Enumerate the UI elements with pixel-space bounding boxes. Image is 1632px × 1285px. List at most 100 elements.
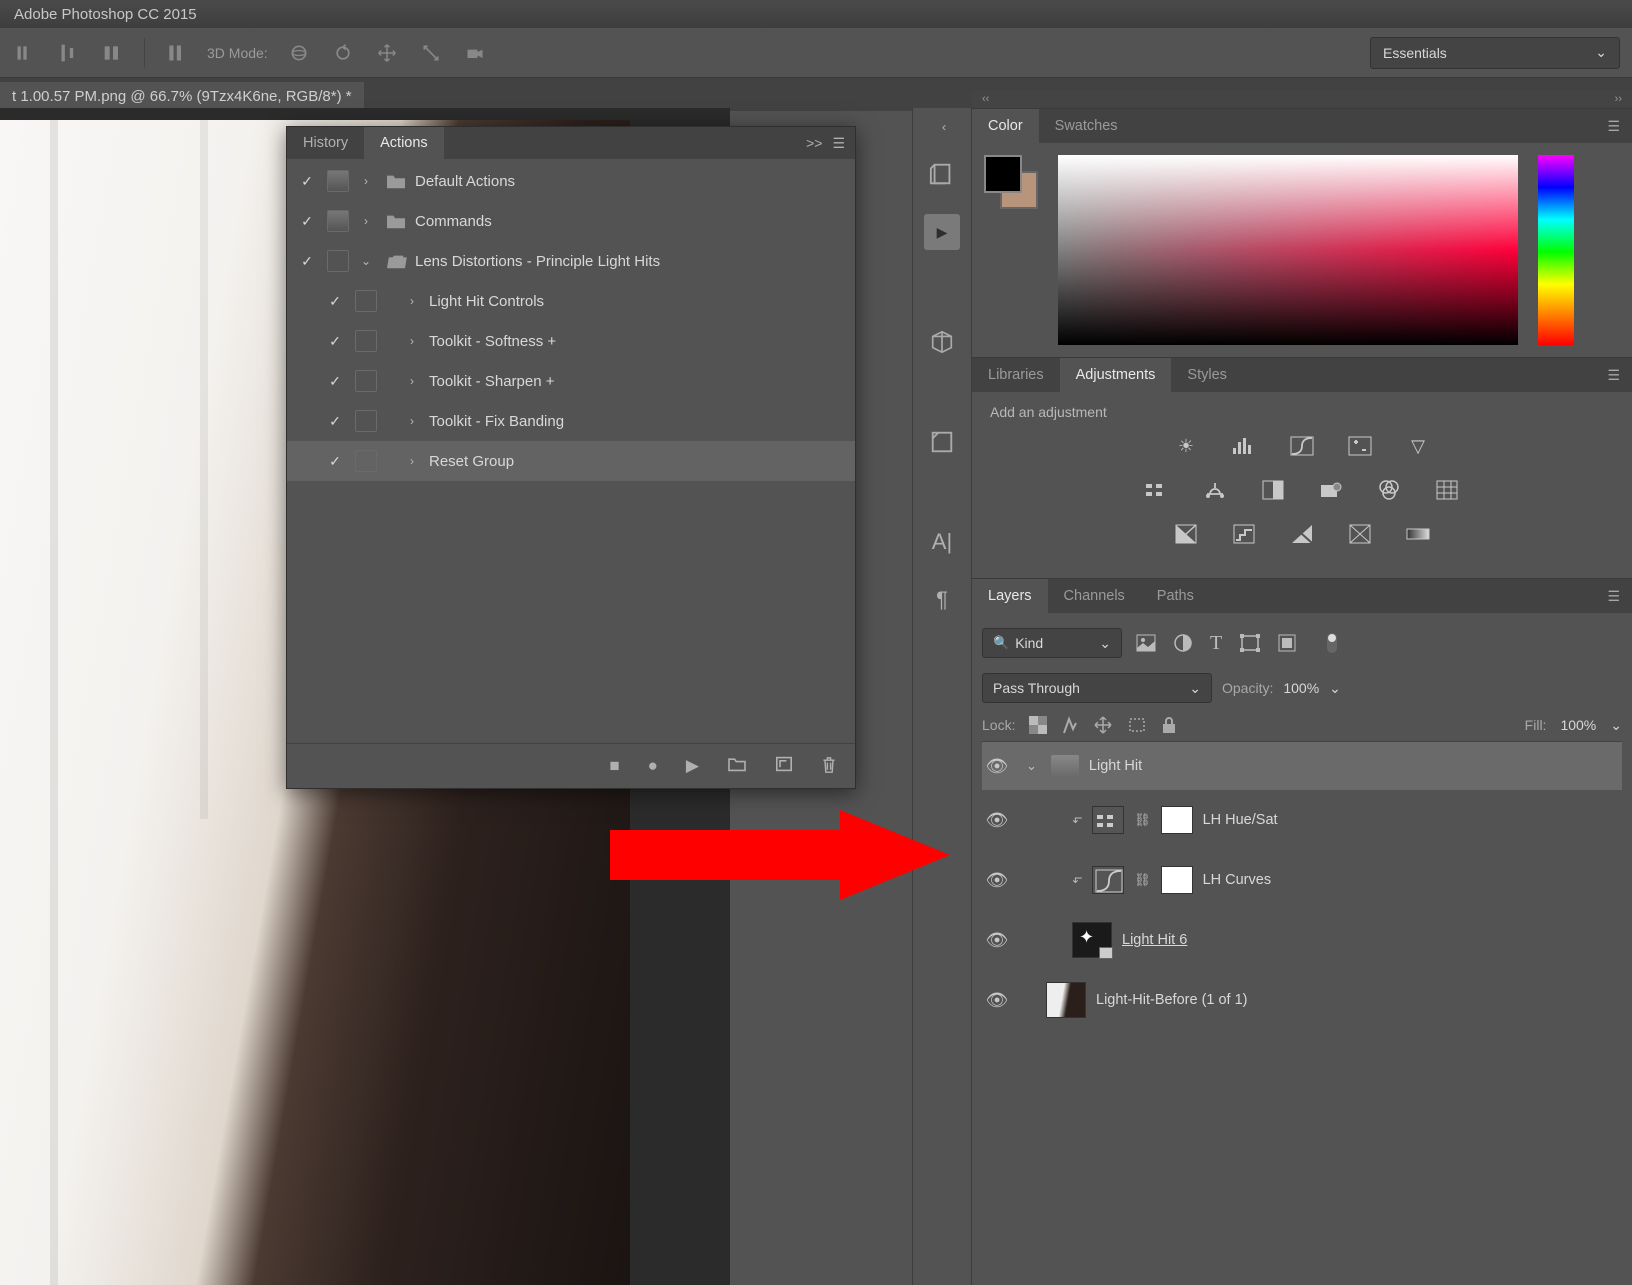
check-icon[interactable]: ✓ xyxy=(321,293,349,310)
lock-image-icon[interactable] xyxy=(1061,715,1079,735)
mask-link-icon[interactable]: ⛓ xyxy=(1134,812,1151,828)
visibility-icon[interactable]: 👁 xyxy=(982,756,1012,777)
tab-libraries[interactable]: Libraries xyxy=(972,358,1060,392)
collapse-right-icon[interactable]: ›› xyxy=(1615,93,1622,105)
tab-adjustments[interactable]: Adjustments xyxy=(1060,358,1172,392)
exposure-icon[interactable] xyxy=(1346,434,1374,458)
filter-toggle[interactable] xyxy=(1324,631,1340,655)
collapse-left-icon[interactable]: ‹‹ xyxy=(982,93,989,105)
visibility-icon[interactable]: 👁 xyxy=(982,930,1012,951)
tab-paths[interactable]: Paths xyxy=(1141,579,1210,613)
layer-filter-kind[interactable]: 🔍 Kind ⌄ xyxy=(982,628,1122,658)
dialog-toggle[interactable] xyxy=(327,250,349,272)
actions-dock-icon[interactable]: ▶ xyxy=(924,214,960,250)
action-item[interactable]: ✓ › Commands xyxy=(287,201,855,241)
disclosure-arrow[interactable]: › xyxy=(401,294,423,308)
disclosure-arrow[interactable]: › xyxy=(355,214,377,228)
selective-color-icon[interactable] xyxy=(1346,522,1374,546)
action-item[interactable]: ✓ › Toolkit - Sharpen + xyxy=(287,361,855,401)
visibility-icon[interactable]: 👁 xyxy=(982,810,1012,831)
disclosure-arrow[interactable]: › xyxy=(355,174,377,188)
color-balance-icon[interactable] xyxy=(1201,478,1229,502)
panel-menu-icon[interactable]: ☰ xyxy=(1595,358,1632,392)
layer-group-row[interactable]: 👁 ⌄ Light Hit xyxy=(982,742,1622,790)
layer-row[interactable]: 👁 Light-Hit-Before (1 of 1) xyxy=(982,970,1622,1030)
color-lookup-icon[interactable] xyxy=(1433,478,1461,502)
layer-name[interactable]: Light Hit 6 xyxy=(1122,932,1187,948)
adjustment-thumb[interactable] xyxy=(1092,866,1124,894)
dialog-toggle[interactable] xyxy=(327,170,349,192)
mask-thumb[interactable] xyxy=(1161,866,1193,894)
dialog-toggle[interactable] xyxy=(355,330,377,352)
brightness-icon[interactable]: ☀ xyxy=(1172,434,1200,458)
layer-row[interactable]: 👁 ↳ ⛓ LH Curves xyxy=(982,850,1622,910)
fill-value[interactable]: 100% xyxy=(1560,717,1596,733)
panel-menu-icon[interactable]: ☰ xyxy=(832,135,845,152)
action-item[interactable]: ✓ › Default Actions xyxy=(287,161,855,201)
invert-icon[interactable] xyxy=(1172,522,1200,546)
adjustment-thumb[interactable] xyxy=(1092,806,1124,834)
action-item[interactable]: ✓ › Toolkit - Softness + xyxy=(287,321,855,361)
check-icon[interactable]: ✓ xyxy=(321,453,349,470)
disclosure-arrow[interactable]: › xyxy=(401,374,423,388)
stop-icon[interactable]: ■ xyxy=(609,756,619,776)
bw-icon[interactable] xyxy=(1259,478,1287,502)
blend-mode-dropdown[interactable]: Pass Through ⌄ xyxy=(982,673,1212,703)
check-icon[interactable]: ✓ xyxy=(293,253,321,270)
libraries-dock-icon[interactable] xyxy=(924,424,960,460)
tab-color[interactable]: Color xyxy=(972,109,1039,143)
check-icon[interactable]: ✓ xyxy=(321,333,349,350)
mask-link-icon[interactable]: ⛓ xyxy=(1134,872,1151,888)
fg-bg-swatches[interactable] xyxy=(984,155,1038,209)
tab-channels[interactable]: Channels xyxy=(1048,579,1141,613)
layer-name[interactable]: LH Curves xyxy=(1203,872,1272,888)
layer-row[interactable]: 👁 ↳ ⛓ LH Hue/Sat xyxy=(982,790,1622,850)
layer-name[interactable]: Light Hit xyxy=(1089,758,1142,774)
mask-thumb[interactable] xyxy=(1161,806,1193,834)
action-item[interactable]: ✓ › Toolkit - Fix Banding xyxy=(287,401,855,441)
action-item[interactable]: ✓ › Light Hit Controls xyxy=(287,281,855,321)
workspace-switcher[interactable]: Essentials ⌄ xyxy=(1370,37,1620,69)
slide-icon[interactable] xyxy=(418,40,444,66)
new-set-icon[interactable] xyxy=(727,756,747,776)
record-icon[interactable]: ● xyxy=(648,756,658,776)
gradient-map-icon[interactable] xyxy=(1404,522,1432,546)
action-item[interactable]: ✓ › Reset Group xyxy=(287,441,855,481)
tab-swatches[interactable]: Swatches xyxy=(1039,109,1134,143)
expand-icon[interactable]: >> xyxy=(806,135,822,151)
dialog-toggle[interactable] xyxy=(355,290,377,312)
panel-menu-icon[interactable]: ☰ xyxy=(1595,579,1632,613)
tool-icon-4[interactable] xyxy=(163,40,189,66)
camera-icon[interactable] xyxy=(462,40,488,66)
disclosure-arrow[interactable]: ⌄ xyxy=(1022,758,1041,774)
tool-icon-1[interactable] xyxy=(12,40,38,66)
posterize-icon[interactable] xyxy=(1230,522,1258,546)
check-icon[interactable]: ✓ xyxy=(293,213,321,230)
disclosure-arrow[interactable]: › xyxy=(401,334,423,348)
tab-layers[interactable]: Layers xyxy=(972,579,1048,613)
curves-icon[interactable] xyxy=(1288,434,1316,458)
filter-pixel-icon[interactable] xyxy=(1136,634,1156,652)
disclosure-arrow[interactable]: › xyxy=(401,454,423,468)
hue-slider[interactable] xyxy=(1538,155,1574,345)
panel-menu-icon[interactable]: ☰ xyxy=(1595,109,1632,143)
check-icon[interactable]: ✓ xyxy=(293,173,321,190)
chevron-down-icon[interactable]: ⌄ xyxy=(1610,717,1622,734)
tab-styles[interactable]: Styles xyxy=(1171,358,1243,392)
lock-all-icon[interactable] xyxy=(1161,716,1177,734)
new-action-icon[interactable] xyxy=(775,756,793,776)
move-3d-icon[interactable] xyxy=(374,40,400,66)
filter-adjustment-icon[interactable] xyxy=(1174,634,1192,652)
channel-mixer-icon[interactable] xyxy=(1375,478,1403,502)
visibility-icon[interactable]: 👁 xyxy=(982,990,1012,1011)
vibrance-icon[interactable]: ▽ xyxy=(1404,434,1432,458)
layer-name[interactable]: Light-Hit-Before (1 of 1) xyxy=(1096,992,1248,1008)
orbit-icon[interactable] xyxy=(286,40,312,66)
paragraph-dock-icon[interactable]: ¶ xyxy=(924,582,960,618)
play-icon[interactable]: ▶ xyxy=(686,756,699,776)
check-icon[interactable]: ✓ xyxy=(321,373,349,390)
dialog-toggle[interactable] xyxy=(327,210,349,232)
disclosure-arrow[interactable]: ⌄ xyxy=(355,254,377,268)
chevron-down-icon[interactable]: ⌄ xyxy=(1329,680,1341,697)
tool-icon-2[interactable] xyxy=(56,40,82,66)
